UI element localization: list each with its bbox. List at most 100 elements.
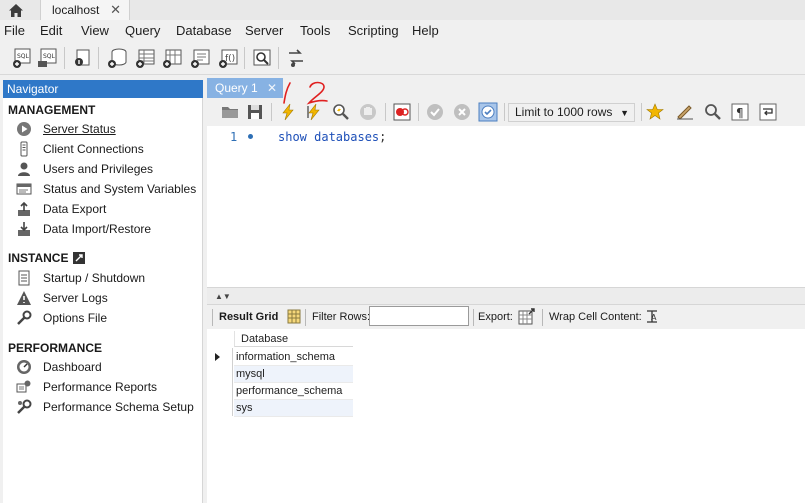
code-line[interactable]: show databases; <box>278 130 386 144</box>
tab-query-1[interactable]: Query 1 ✕ <box>207 78 283 98</box>
menu-scripting[interactable]: Scripting <box>348 23 399 38</box>
find-icon[interactable] <box>703 102 723 122</box>
execute-icon[interactable] <box>278 102 298 122</box>
new-sql-tab-icon[interactable]: SQL <box>11 47 33 69</box>
line-number: 1 <box>230 130 238 144</box>
editor-result-splitter[interactable]: ▲▼ <box>207 287 805 305</box>
create-procedure-icon[interactable] <box>189 47 211 69</box>
wrap-lines-icon[interactable] <box>758 102 778 122</box>
menu-file[interactable]: File <box>4 23 25 38</box>
table-row[interactable]: performance_schema <box>234 383 353 400</box>
user-icon <box>15 161 33 177</box>
save-icon[interactable] <box>245 102 265 122</box>
nav-item-data-export[interactable]: Data Export <box>15 200 106 218</box>
limit-rows-select[interactable]: Limit to 1000 rows ▼ <box>508 103 635 122</box>
collapse-arrow-icon[interactable]: ▲▼ <box>215 292 231 301</box>
nav-item-options-file[interactable]: Options File <box>15 309 107 327</box>
search-table-data-icon[interactable] <box>251 47 273 69</box>
result-grid: Database information_schema mysql perfor… <box>207 329 805 503</box>
table-row[interactable]: information_schema <box>234 349 353 366</box>
beautify-icon[interactable] <box>675 102 695 122</box>
table-row[interactable]: sys <box>234 400 353 417</box>
export-icon[interactable] <box>518 308 536 325</box>
wrench-icon <box>15 310 33 326</box>
connection-tab-label: localhost <box>52 3 100 17</box>
navigator-panel: MANAGEMENT Server Status Client Connecti… <box>3 98 203 503</box>
nav-item-dashboard[interactable]: Dashboard <box>15 358 102 376</box>
menu-server[interactable]: Server <box>245 23 283 38</box>
explain-icon[interactable] <box>331 102 351 122</box>
sql-editor[interactable]: 1 show databases; <box>207 126 805 287</box>
code-terminator: ; <box>379 130 387 144</box>
nav-item-users-privileges[interactable]: Users and Privileges <box>15 160 153 178</box>
query-tab-strip: Query 1 ✕ <box>207 78 805 98</box>
nav-item-server-logs[interactable]: Server Logs <box>15 289 108 307</box>
create-schema-icon[interactable] <box>106 47 128 69</box>
nav-item-label: Data Import/Restore <box>43 222 152 236</box>
nav-item-performance-reports[interactable]: Performance Reports <box>15 378 157 396</box>
code-statement: show databases <box>278 130 380 144</box>
svg-text:A: A <box>651 313 657 322</box>
commit-icon[interactable] <box>425 102 445 122</box>
nav-item-label: Users and Privileges <box>43 162 154 176</box>
svg-text:SQL: SQL <box>43 53 56 60</box>
nav-item-performance-schema-setup[interactable]: Performance Schema Setup <box>15 398 194 416</box>
nav-item-label: Performance Schema Setup <box>43 400 194 414</box>
grid-layout-icon[interactable] <box>287 309 301 324</box>
main-toolbar: SQL SQL f() <box>0 41 805 75</box>
reconnect-icon[interactable] <box>285 47 307 69</box>
row-header-column <box>207 348 233 416</box>
close-icon[interactable]: ✕ <box>267 78 277 98</box>
data-import-icon <box>15 221 33 237</box>
menu-view[interactable]: View <box>81 23 109 38</box>
open-sql-script-icon[interactable]: SQL <box>37 47 59 69</box>
schema-setup-icon <box>15 399 33 415</box>
inspector-icon[interactable] <box>71 47 93 69</box>
client-connections-icon <box>15 141 33 157</box>
nav-item-data-import[interactable]: Data Import/Restore <box>15 220 151 238</box>
instance-status-icon <box>73 252 86 264</box>
chevron-down-icon: ▼ <box>620 108 629 118</box>
rollback-icon[interactable] <box>452 102 472 122</box>
execute-current-statement-icon[interactable] <box>304 102 324 122</box>
result-grid-tab[interactable]: Result Grid <box>219 311 278 323</box>
add-snippet-icon[interactable] <box>645 102 665 122</box>
invisible-chars-icon[interactable]: ¶ <box>730 102 750 122</box>
nav-item-label: Options File <box>43 311 108 325</box>
table-row[interactable]: mysql <box>234 366 353 383</box>
menu-tools[interactable]: Tools <box>300 23 330 38</box>
home-icon <box>9 3 23 17</box>
nav-item-status-variables[interactable]: Status and System Variables <box>15 180 196 198</box>
warning-icon <box>15 290 33 306</box>
create-function-icon[interactable]: f() <box>217 47 239 69</box>
create-view-icon[interactable] <box>161 47 183 69</box>
nav-item-label: Data Export <box>43 202 107 216</box>
limit-rows-value: Limit to 1000 rows <box>515 105 613 119</box>
nav-item-server-status[interactable]: Server Status <box>15 120 116 138</box>
menu-query[interactable]: Query <box>125 23 160 38</box>
nav-item-label: Status and System Variables <box>43 182 197 196</box>
nav-item-label: Client Connections <box>43 142 144 156</box>
stop-icon[interactable] <box>358 102 378 122</box>
export-label: Export: <box>478 311 513 323</box>
menu-bar: File Edit View Query Database Server Too… <box>0 20 805 40</box>
editor-toolbar: Limit to 1000 rows ▼ ¶ <box>207 98 805 126</box>
toggle-stop-on-error-icon[interactable] <box>392 102 412 122</box>
filter-rows-input[interactable] <box>369 306 469 326</box>
data-export-icon <box>15 201 33 217</box>
menu-database[interactable]: Database <box>176 23 232 38</box>
menu-edit[interactable]: Edit <box>40 23 62 38</box>
svg-text:SQL: SQL <box>17 53 30 60</box>
wrap-cell-icon[interactable]: A <box>645 309 659 324</box>
create-table-icon[interactable] <box>134 47 156 69</box>
open-folder-icon[interactable] <box>220 102 240 122</box>
dashboard-icon <box>15 359 33 375</box>
home-button[interactable] <box>5 1 27 19</box>
nav-item-startup-shutdown[interactable]: Startup / Shutdown <box>15 269 145 287</box>
close-icon[interactable]: ✕ <box>110 2 121 18</box>
nav-item-client-connections[interactable]: Client Connections <box>15 140 144 158</box>
autocommit-icon[interactable] <box>478 102 498 122</box>
connection-tab[interactable]: localhost ✕ <box>40 0 130 20</box>
column-header-database[interactable]: Database <box>234 331 353 347</box>
menu-help[interactable]: Help <box>412 23 439 38</box>
